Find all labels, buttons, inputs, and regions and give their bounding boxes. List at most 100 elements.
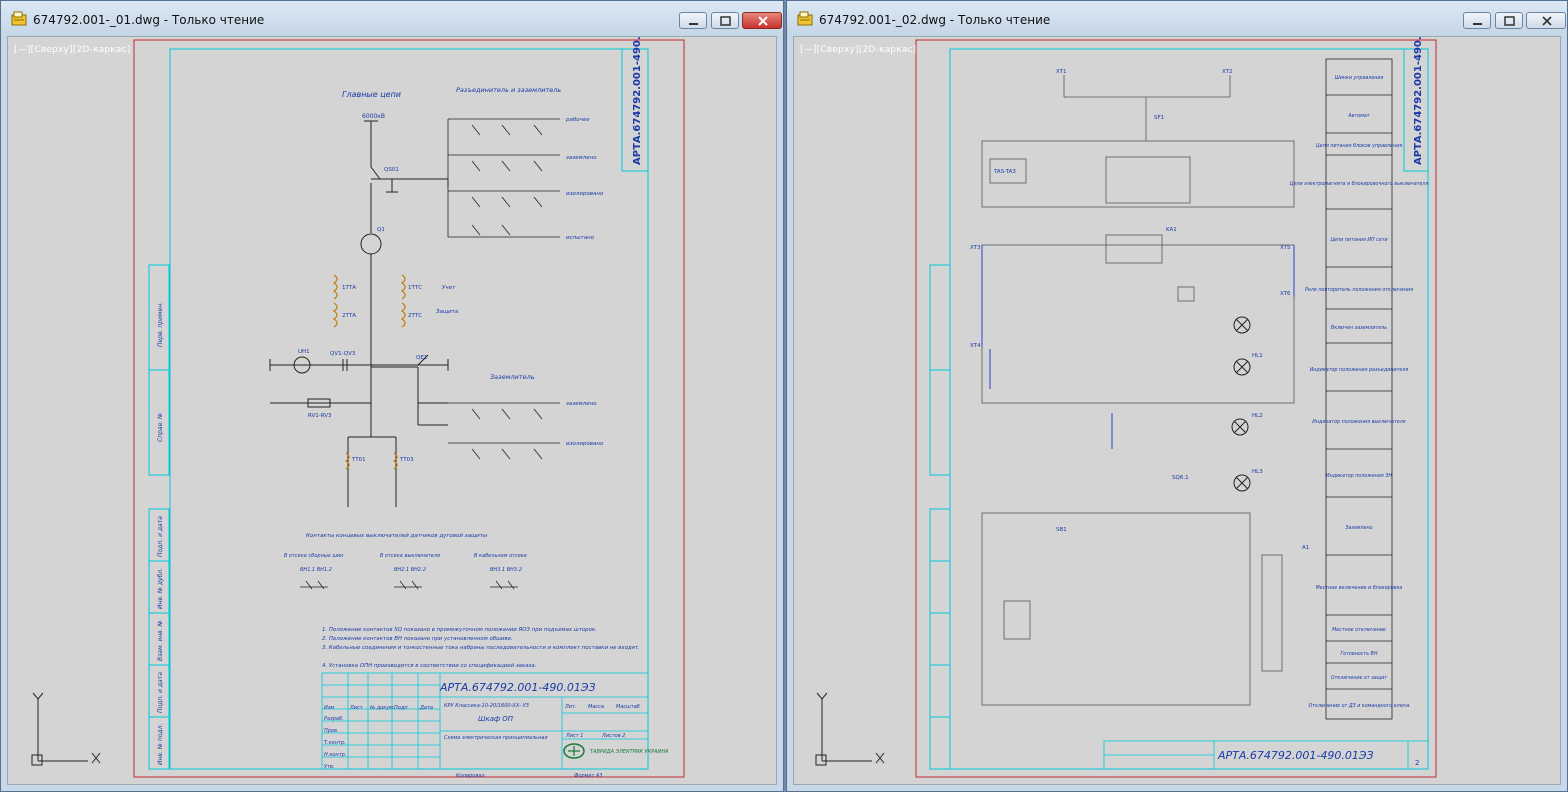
device-label-qe: QE1 xyxy=(416,355,427,361)
line-label-4: испытано xyxy=(566,235,595,241)
label-xt6: XT6 xyxy=(1280,291,1291,297)
table-cell-2: Автомат xyxy=(1347,113,1369,119)
format-label: Формат А3 xyxy=(574,773,602,779)
stamp-col-3: Масштаб xyxy=(616,704,640,710)
side-label-2: Справ. № xyxy=(157,413,164,442)
stamp-name: Шкаф ОП xyxy=(478,715,514,723)
rotated-code: АРТА.674792.001-490.01ЭЗ xyxy=(1413,37,1424,165)
schematic-drawing: АРТА.674792.001-490.01ЭЗ Шинки управлени… xyxy=(815,37,1437,778)
line-label-2: заземлено xyxy=(566,155,597,161)
table-cell-16: Отключение от ДЗ и командного ключа xyxy=(1309,703,1410,709)
table-cell-3: Цепи питания блоков управления xyxy=(1316,143,1402,149)
window-titlebar[interactable]: 674792.001-_01.dwg - Только чтение xyxy=(1,1,783,39)
minimize-icon xyxy=(1473,23,1482,25)
line-label-5: заземлено xyxy=(566,401,597,407)
ct-coils xyxy=(332,274,406,470)
side-label-1: Перв. примен. xyxy=(157,302,164,347)
meas-label-1: Учет xyxy=(442,285,456,291)
label-sf1: SF1 xyxy=(1154,115,1164,121)
title-main-circuits: Главные цепи xyxy=(342,90,401,99)
table-cell-9: Индикатор положения выключателя xyxy=(1312,419,1406,425)
title-earth: Заземлитель xyxy=(490,373,535,381)
contact-tag-3: ВН3.1 ВН3.2 xyxy=(490,567,522,573)
stamp-head-5: Дата xyxy=(419,705,433,711)
label-xt2: XT2 xyxy=(1222,69,1233,75)
side-label-5: Взам. инв. № xyxy=(157,620,164,661)
stamp-sub: Схема электрическая принципиальная xyxy=(444,735,547,741)
dwg-window-1[interactable]: 674792.001-_01.dwg - Только чтение [—][С… xyxy=(0,0,784,792)
dwg-window-2[interactable]: 674792.001-_02.dwg - Только чтение [—][С… xyxy=(786,0,1568,792)
device-label-qs: QS01 xyxy=(384,167,399,173)
title-switches: Разъединитель и заземлитель xyxy=(456,86,561,94)
maximize-button[interactable] xyxy=(1495,12,1523,29)
minimize-button[interactable] xyxy=(1463,12,1491,29)
stamp-code: АРТА.674792.001-490.01ЭЗ xyxy=(1217,749,1374,762)
close-button[interactable] xyxy=(1526,12,1566,29)
table-cell-7: Включен заземлитель xyxy=(1331,325,1387,331)
stamp-row-3: Т.контр. xyxy=(324,740,346,746)
company-name: ТАВРИДА ЭЛЕКТРИК УКРАИНА xyxy=(590,749,669,755)
drawing-canvas[interactable]: [—][Сверху][2D-каркас] АРТА.674792.001-4… xyxy=(7,36,777,785)
stamp-row-2: Пров. xyxy=(324,728,339,734)
side-label-4: Инв. № дубл. xyxy=(157,568,164,609)
schematic-drawing: АРТА.674792.001-490.01ЭЗ Перв. примен. С… xyxy=(31,37,685,779)
window-title: 674792.001-_02.dwg - Только чтение xyxy=(819,13,1051,27)
note-3: 3. Кабельные соединения и тонкостенные т… xyxy=(322,645,640,651)
note-1: 1. Положение контактов SQ показано в про… xyxy=(322,627,597,633)
stamp-head-2: Лист xyxy=(349,705,364,711)
label-xt3: XT3 xyxy=(970,245,981,251)
stamp-org: КРУ Классика-10-20/1600-ХХ- УЗ xyxy=(444,703,530,709)
stamp-head-1: Изм xyxy=(324,705,334,711)
table-cell-13: Местное отключение xyxy=(1332,627,1386,633)
company-logo xyxy=(563,743,585,759)
tt-label-2: 2ТТА xyxy=(342,313,356,319)
stamp-row-4: Н.контр. xyxy=(324,752,346,758)
minimize-button[interactable] xyxy=(679,12,707,29)
label-hl2: HL2 xyxy=(1252,413,1263,419)
maximize-button[interactable] xyxy=(711,12,739,29)
switch-matrix-bottom xyxy=(448,402,560,460)
label-xt1: XT1 xyxy=(1056,69,1067,75)
contact-group-1: В отсеке сборных шин xyxy=(284,553,344,559)
bus-label: 6000кВ xyxy=(362,113,385,120)
stamp-code: АРТА.674792.001-490.01ЭЗ xyxy=(439,681,596,694)
autocad-dwg-icon xyxy=(797,11,813,26)
control-circuit xyxy=(981,75,1295,706)
line-label-3: изолировано xyxy=(566,191,604,197)
table-cell-6: Реле повторитель положения отключения xyxy=(1305,287,1413,293)
maximize-icon xyxy=(1504,16,1515,26)
minimize-icon xyxy=(689,23,698,25)
window-titlebar[interactable]: 674792.001-_02.dwg - Только чтение xyxy=(787,1,1567,39)
label-xt5: XT5 xyxy=(1280,245,1291,251)
maximize-icon xyxy=(720,16,731,26)
line-label-1: рабочее xyxy=(565,117,590,123)
label-sq6: SQ6.1 xyxy=(1172,475,1189,481)
copied-label: Копировал xyxy=(456,773,485,779)
label-hl3: HL3 xyxy=(1252,469,1263,475)
window-title: 674792.001-_01.dwg - Только чтение xyxy=(33,13,265,27)
close-button[interactable] xyxy=(742,12,782,29)
rotated-code: АРТА.674792.001-490.01ЭЗ xyxy=(632,37,643,165)
table-cell-5: Цепи питания ИП сети xyxy=(1330,237,1387,243)
tt-label-3: 1ТТС xyxy=(408,285,422,291)
label-tas: TAS-TA3 xyxy=(993,169,1016,175)
table-cell-8: Индикатор положения разъединителя xyxy=(1310,367,1409,373)
view-control-label[interactable]: [—][Сверху][2D-каркас] xyxy=(14,45,130,55)
contact-tag-2: ВН2.1 ВН2.2 xyxy=(394,567,426,573)
drawing-canvas[interactable]: [—][Сверху][2D-каркас] АРТА.674792.001-4… xyxy=(793,36,1561,785)
contact-group-2: В отсеке выключателя xyxy=(380,553,440,559)
table-cell-4: Цепи электромагнита и блокировочного вык… xyxy=(1290,181,1429,187)
ucs-axis-icon xyxy=(815,692,885,766)
device-label-uh: UH1 xyxy=(298,349,310,355)
meas-label-2: Защита xyxy=(436,309,459,315)
switch-matrix-top xyxy=(447,118,560,238)
side-label-7: Инв. № подл. xyxy=(157,724,164,765)
label-xt4: XT4 xyxy=(970,343,981,349)
close-icon xyxy=(1542,16,1552,26)
autocad-dwg-icon xyxy=(11,11,27,26)
view-control-label[interactable]: [—][Сверху][2D-каркас] xyxy=(800,45,916,55)
table-cell-10: Индикатор положения ЗН xyxy=(1326,473,1392,479)
device-label-rv: RV1-RV3 xyxy=(308,413,332,419)
close-icon xyxy=(758,16,768,26)
ucs-axis-icon xyxy=(31,692,101,766)
